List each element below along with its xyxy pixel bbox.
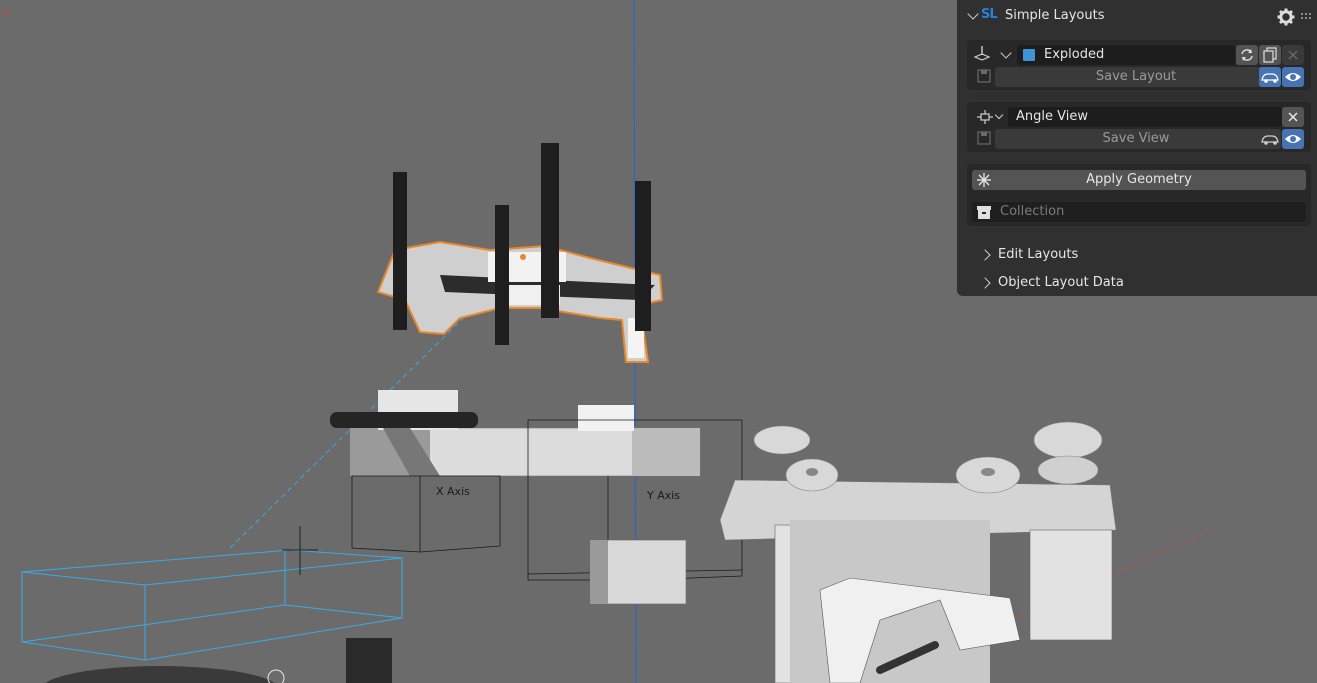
y-axis-label: Y Axis <box>647 489 681 502</box>
camera-move-icon[interactable] <box>975 107 995 127</box>
delete-layout-button[interactable] <box>1282 45 1304 65</box>
layout-car-toggle[interactable] <box>1259 67 1281 87</box>
layout-name-text: Exploded <box>1044 47 1105 62</box>
edit-layouts-label: Edit Layouts <box>998 247 1079 262</box>
collection-placeholder: Collection <box>1000 204 1065 219</box>
collection-box-icon <box>977 206 991 219</box>
car-icon <box>1261 73 1279 83</box>
svg-text:+: + <box>2 8 10 19</box>
simple-layouts-logo: SL <box>981 7 998 22</box>
expand-chevron-icon <box>979 277 991 289</box>
simple-layouts-panel: SL Simple Layouts Exploded Save Layout A… <box>957 0 1317 296</box>
save-layout-button[interactable]: Save Layout <box>995 67 1277 87</box>
apply-geometry-label: Apply Geometry <box>1086 172 1192 187</box>
collapse-chevron-icon[interactable] <box>967 8 979 20</box>
delete-view-button[interactable] <box>1282 107 1304 127</box>
collection-field[interactable]: Collection <box>972 202 1306 222</box>
refresh-layout-button[interactable] <box>1236 45 1258 65</box>
eye-icon <box>1285 135 1301 143</box>
apply-geometry-button[interactable]: Apply Geometry <box>972 170 1306 190</box>
right-machine <box>719 421 1117 683</box>
view-visibility-toggle[interactable] <box>1282 129 1304 149</box>
save-view-icon <box>977 131 991 145</box>
geometry-section: Apply Geometry Collection <box>967 164 1311 226</box>
close-icon <box>1288 50 1298 60</box>
panel-title: Simple Layouts <box>1005 8 1105 23</box>
camera-object <box>21 549 403 661</box>
layout-dropdown-chevron-icon[interactable] <box>1000 47 1012 59</box>
duplicate-icon <box>1263 47 1277 63</box>
cylinder <box>589 539 687 605</box>
middle-platform <box>330 390 701 477</box>
panel-header[interactable]: SL Simple Layouts <box>957 3 1317 29</box>
duplicate-layout-button[interactable] <box>1259 45 1281 65</box>
selected-object <box>376 240 664 363</box>
layout-color-swatch[interactable] <box>1023 49 1035 61</box>
object-layout-data-label: Object Layout Data <box>998 275 1124 290</box>
x-axis-label: X Axis <box>436 485 470 498</box>
refresh-icon <box>1241 49 1253 61</box>
grip-icon[interactable] <box>1301 13 1313 19</box>
view-car-toggle[interactable] <box>1259 129 1281 149</box>
expand-chevron-icon <box>979 249 991 261</box>
object-layout-data-subpanel[interactable]: Object Layout Data <box>979 273 1299 293</box>
car-icon <box>1261 135 1279 145</box>
view-name-field[interactable]: Angle View <box>1008 107 1282 127</box>
view-name-text: Angle View <box>1016 109 1088 124</box>
layout-visibility-toggle[interactable] <box>1282 67 1304 87</box>
eye-icon <box>1285 73 1301 81</box>
view-dropdown-chevron-icon[interactable] <box>994 110 1004 120</box>
layout-section: Exploded Save Layout <box>967 40 1311 90</box>
view-section: Angle View Save View <box>967 102 1311 152</box>
snowflake-icon <box>977 173 991 187</box>
settings-gear-icon[interactable] <box>1277 8 1295 26</box>
edit-layouts-subpanel[interactable]: Edit Layouts <box>979 245 1299 265</box>
save-view-button[interactable]: Save View <box>995 129 1277 149</box>
close-icon <box>1288 112 1298 122</box>
ground-plane-icon[interactable] <box>973 44 991 64</box>
save-layout-icon <box>977 69 991 83</box>
layout-name-field[interactable]: Exploded <box>1017 45 1235 65</box>
